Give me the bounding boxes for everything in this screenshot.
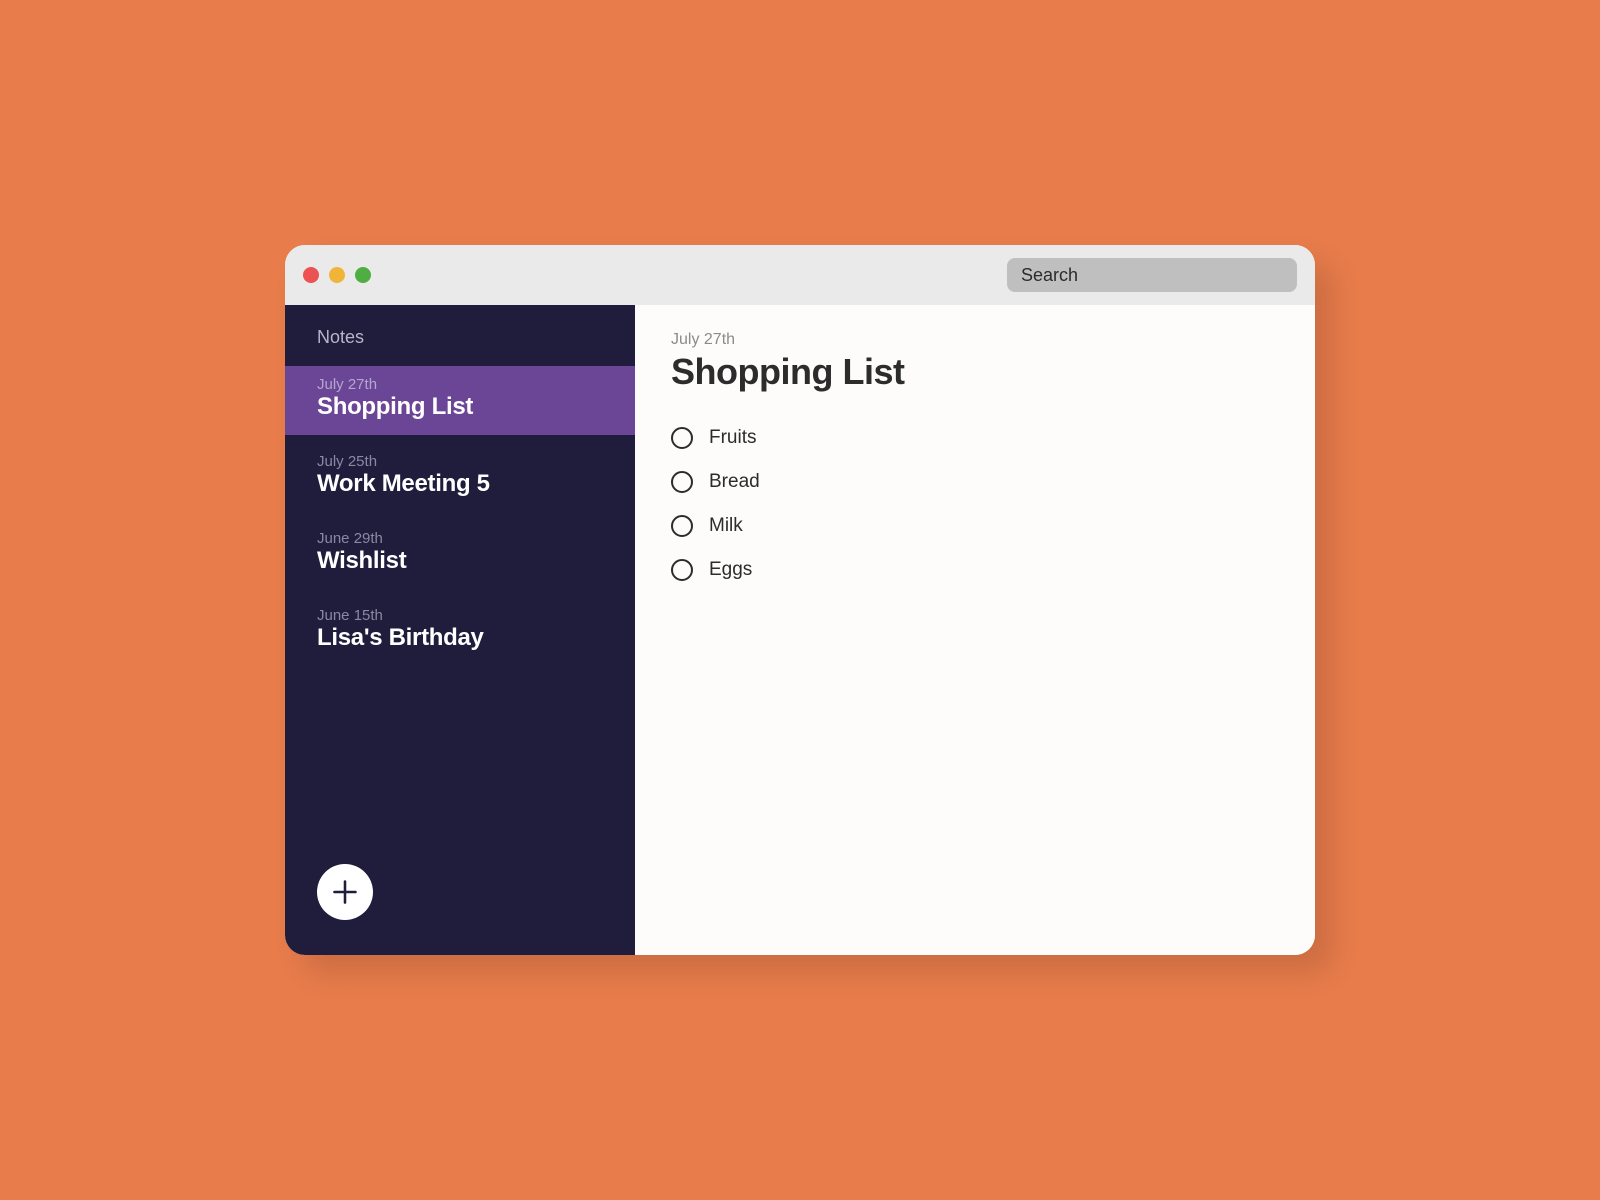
check-item-label: Milk <box>709 515 743 537</box>
note-content: July 27th Shopping List Fruits Bread Mil… <box>635 305 1315 955</box>
check-item: Eggs <box>671 559 1279 581</box>
check-item: Milk <box>671 515 1279 537</box>
plus-icon <box>331 878 359 906</box>
checkbox-circle-icon[interactable] <box>671 559 693 581</box>
check-item-label: Bread <box>709 471 760 493</box>
note-item-date: June 29th <box>317 530 603 547</box>
traffic-lights <box>303 267 371 283</box>
note-item-date: July 27th <box>317 376 603 393</box>
checkbox-circle-icon[interactable] <box>671 515 693 537</box>
note-item-title: Wishlist <box>317 547 603 575</box>
add-note-button[interactable] <box>317 864 373 920</box>
sidebar-header: Notes <box>285 305 635 366</box>
content-date: July 27th <box>671 331 1279 349</box>
check-item-label: Fruits <box>709 427 757 449</box>
check-item: Fruits <box>671 427 1279 449</box>
note-item-date: June 15th <box>317 607 603 624</box>
note-item-wishlist[interactable]: June 29th Wishlist <box>285 520 635 589</box>
minimize-window-icon[interactable] <box>329 267 345 283</box>
app-body: Notes July 27th Shopping List July 25th … <box>285 305 1315 955</box>
note-item-date: July 25th <box>317 453 603 470</box>
note-item-lisas-birthday[interactable]: June 15th Lisa's Birthday <box>285 597 635 666</box>
checklist: Fruits Bread Milk Eggs <box>671 427 1279 581</box>
note-item-work-meeting-5[interactable]: July 25th Work Meeting 5 <box>285 443 635 512</box>
zoom-window-icon[interactable] <box>355 267 371 283</box>
search-input[interactable] <box>1007 258 1297 292</box>
content-title: Shopping List <box>671 351 1279 393</box>
note-item-title: Lisa's Birthday <box>317 624 603 652</box>
note-item-title: Shopping List <box>317 393 603 421</box>
checkbox-circle-icon[interactable] <box>671 427 693 449</box>
checkbox-circle-icon[interactable] <box>671 471 693 493</box>
check-item-label: Eggs <box>709 559 752 581</box>
titlebar <box>285 245 1315 305</box>
note-item-shopping-list[interactable]: July 27th Shopping List <box>285 366 635 435</box>
app-window: Notes July 27th Shopping List July 25th … <box>285 245 1315 955</box>
sidebar: Notes July 27th Shopping List July 25th … <box>285 305 635 955</box>
close-window-icon[interactable] <box>303 267 319 283</box>
note-item-title: Work Meeting 5 <box>317 470 603 498</box>
check-item: Bread <box>671 471 1279 493</box>
